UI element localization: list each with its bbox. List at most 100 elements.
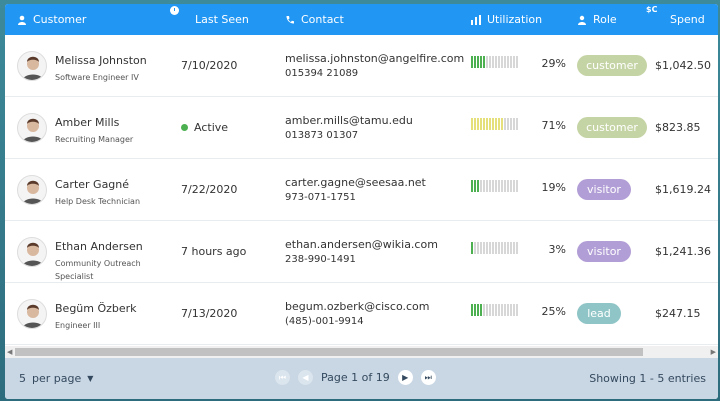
spend-value: $1,241.36 (655, 245, 711, 258)
col-label: Last Seen (195, 13, 249, 26)
utilization-segment (513, 56, 515, 68)
utilization-percent: 19% (541, 181, 566, 194)
utilization-segment (507, 180, 509, 192)
utilization-segment (504, 118, 506, 130)
utilization-segment (501, 118, 503, 130)
email-link[interactable]: ethan.andersen@wikia.com (285, 238, 438, 251)
utilization-segment (495, 304, 497, 316)
col-header-customer[interactable]: Customer (17, 4, 86, 35)
utilization-segment (489, 304, 491, 316)
col-header-role[interactable]: Role (577, 4, 617, 35)
customer-name: Begüm Özberk (55, 302, 137, 315)
first-page-button[interactable]: ⏮ (275, 370, 290, 385)
utilization-segment (486, 180, 488, 192)
utilization-segment (507, 242, 509, 254)
utilization-bar (471, 304, 519, 316)
last-page-button[interactable]: ⏭ (420, 370, 436, 385)
spend-value: $823.85 (655, 121, 701, 134)
customer-name: Amber Mills (55, 116, 120, 129)
table-row[interactable]: Ethan Andersen Community Outreach Specia… (5, 221, 718, 283)
horizontal-scrollbar[interactable]: ◀ ▶ (5, 346, 718, 358)
utilization-segment (483, 118, 485, 130)
utilization-segment (480, 242, 482, 254)
utilization-segment (510, 242, 512, 254)
utilization-percent: 71% (541, 119, 566, 132)
utilization-segment (510, 180, 512, 192)
email-link[interactable]: begum.ozberk@cisco.com (285, 300, 429, 313)
phone-icon (286, 15, 294, 24)
utilization-segment (507, 56, 509, 68)
customer-title: Recruiting Manager (55, 135, 134, 144)
utilization-segment (507, 304, 509, 316)
table-row[interactable]: Amber Mills Recruiting Manager Active am… (5, 97, 718, 159)
last-seen-value: 7/13/2020 (181, 307, 238, 320)
utilization-segment (486, 118, 488, 130)
utilization-segment (480, 56, 482, 68)
last-seen: 7/22/2020 (181, 183, 237, 196)
chevron-down-icon: ▼ (87, 374, 94, 383)
utilization-percent: 29% (541, 57, 566, 70)
utilization-segment (498, 304, 500, 316)
clock-icon (170, 6, 179, 15)
grid-header: Customer Last Seen Contact Utilization R… (5, 4, 718, 35)
last-seen: 7/10/2020 (181, 59, 237, 72)
last-seen: Active (181, 121, 228, 134)
next-page-button[interactable]: ▶ (397, 370, 413, 385)
table-row[interactable]: Melissa Johnston Software Engineer IV 7/… (5, 35, 718, 97)
customer-name: Melissa Johnston (55, 54, 147, 67)
utilization-segment (480, 118, 482, 130)
table-row[interactable]: Carter Gagné Help Desk Technician 7/22/2… (5, 159, 718, 221)
customer-title: Engineer III (55, 321, 101, 330)
utilization-segment (495, 56, 497, 68)
utilization-segment (495, 242, 497, 254)
utilization-segment (498, 118, 500, 130)
page-size-select[interactable]: 5 per page ▼ (19, 372, 93, 385)
utilization-segment (507, 118, 509, 130)
table-row[interactable]: Begüm Özberk Engineer III 7/13/2020 begu… (5, 283, 718, 345)
page-size-value: 5 (19, 372, 26, 385)
utilization-segment (492, 180, 494, 192)
utilization-segment (510, 304, 512, 316)
email-link[interactable]: amber.mills@tamu.edu (285, 114, 413, 127)
bar-chart-icon (471, 14, 481, 25)
last-seen-value: 7/10/2020 (181, 59, 238, 72)
avatar (17, 51, 47, 81)
phone-number: (485)-001-9914 (285, 316, 364, 327)
role-badge: customer (577, 117, 647, 138)
showing-entries: Showing 1 - 5 entries (589, 372, 706, 385)
utilization-segment (501, 56, 503, 68)
utilization-bar (471, 56, 519, 68)
utilization-segment (516, 56, 518, 68)
previous-page-button[interactable]: ◀ (298, 370, 313, 385)
scroll-right-icon[interactable]: ▶ (711, 348, 716, 356)
phone-number: 238-990-1491 (285, 254, 356, 265)
utilization-segment (483, 180, 485, 192)
utilization-segment (486, 304, 488, 316)
utilization-segment (504, 242, 506, 254)
col-label: Utilization (487, 13, 543, 26)
scrollbar-thumb[interactable] (15, 348, 643, 356)
last-seen-value: Active (194, 121, 229, 134)
utilization-segment (471, 118, 473, 130)
utilization-segment (483, 56, 485, 68)
col-header-contact[interactable]: Contact (285, 4, 344, 35)
spend-value: $1,042.50 (655, 59, 711, 72)
scroll-left-icon[interactable]: ◀ (7, 348, 12, 356)
email-link[interactable]: carter.gagne@seesaa.net (285, 176, 426, 189)
spend-value: $1,619.24 (655, 183, 711, 196)
utilization-segment (498, 56, 500, 68)
utilization-segment (495, 118, 497, 130)
utilization-bar (471, 242, 519, 254)
col-header-utilization[interactable]: Utilization (471, 4, 542, 35)
page-label: Page 1 of 19 (321, 371, 390, 384)
utilization-segment (504, 304, 506, 316)
utilization-segment (471, 304, 473, 316)
utilization-segment (474, 304, 476, 316)
col-header-spend[interactable]: Spend (670, 4, 705, 35)
email-link[interactable]: melissa.johnston@angelfire.com (285, 52, 464, 65)
utilization-segment (489, 118, 491, 130)
utilization-segment (477, 180, 479, 192)
col-header-last-seen[interactable]: Last Seen (195, 4, 249, 35)
data-grid: Customer Last Seen Contact Utilization R… (5, 4, 718, 399)
utilization-segment (474, 242, 476, 254)
